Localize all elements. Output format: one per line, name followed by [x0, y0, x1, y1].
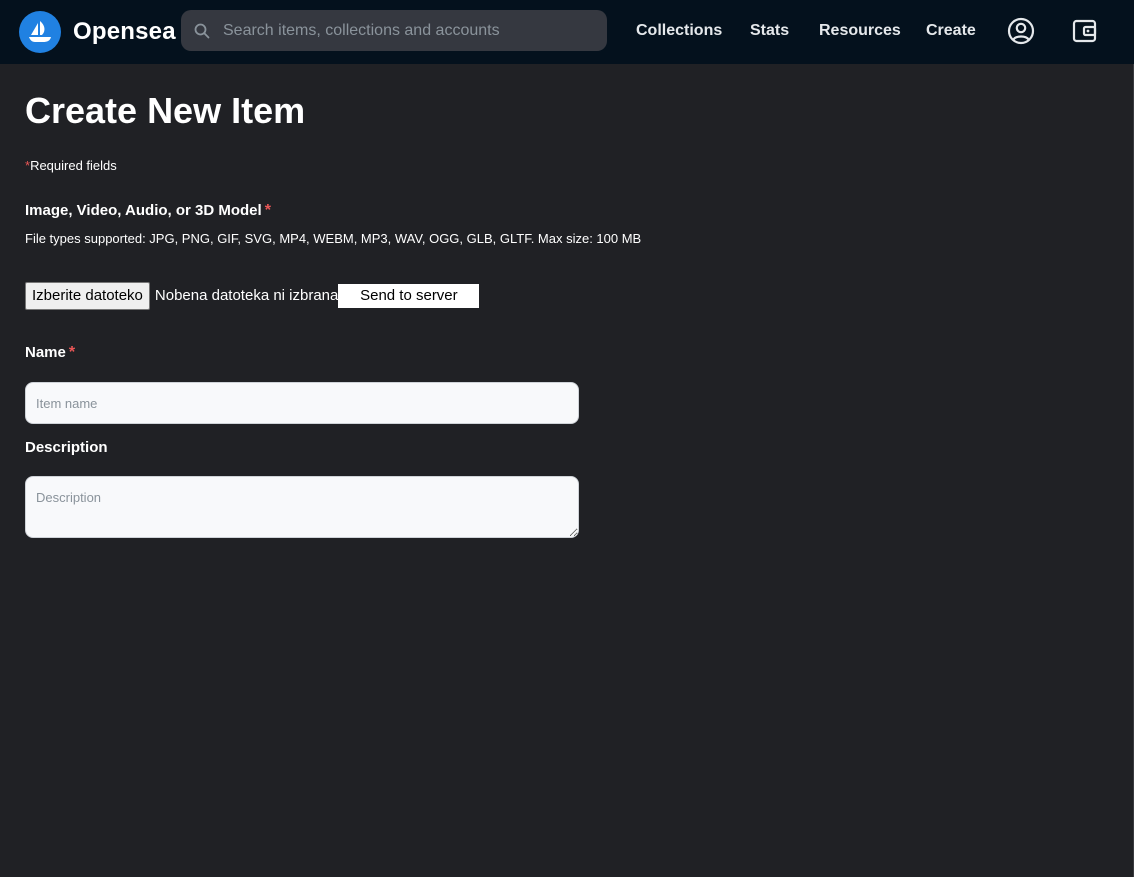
description-textarea[interactable]	[25, 476, 579, 538]
search-bar[interactable]	[181, 10, 607, 51]
name-label-text: Name	[25, 344, 66, 361]
send-to-server-button[interactable]: Send to server	[338, 283, 480, 308]
description-label-text: Description	[25, 439, 108, 456]
brand-name: Opensea	[73, 18, 176, 45]
nav-collections[interactable]: Collections	[636, 22, 722, 40]
page-title: Create New Item	[25, 90, 306, 131]
top-navbar: Opensea Collections Stats Resources Crea…	[0, 0, 1134, 64]
file-upload-row: Izberite datoteko Nobena datoteka ni izb…	[25, 281, 480, 310]
media-label-text: Image, Video, Audio, or 3D Model	[25, 202, 262, 219]
search-icon	[194, 23, 210, 39]
brand-link[interactable]: Opensea	[19, 11, 176, 53]
name-label: Name *	[25, 344, 75, 362]
search-input[interactable]	[223, 10, 593, 51]
media-label: Image, Video, Audio, or 3D Model *	[25, 202, 271, 220]
description-label: Description	[25, 439, 108, 456]
wallet-icon[interactable]	[1070, 16, 1100, 46]
choose-file-button[interactable]: Izberite datoteko	[25, 281, 150, 310]
file-types-note: File types supported: JPG, PNG, GIF, SVG…	[25, 231, 642, 246]
nav-resources[interactable]: Resources	[819, 22, 901, 40]
required-fields-note: *Required fields	[25, 158, 117, 173]
required-note-text: Required fields	[30, 158, 117, 173]
file-status-text: Nobena datoteka ni izbrana	[154, 287, 339, 304]
opensea-logo-icon	[19, 11, 61, 53]
required-star: *	[264, 202, 271, 219]
nav-create[interactable]: Create	[926, 22, 976, 40]
nav-stats[interactable]: Stats	[750, 22, 789, 40]
account-circle-icon[interactable]	[1006, 16, 1036, 46]
item-name-input[interactable]	[25, 382, 579, 424]
required-star: *	[68, 344, 76, 361]
